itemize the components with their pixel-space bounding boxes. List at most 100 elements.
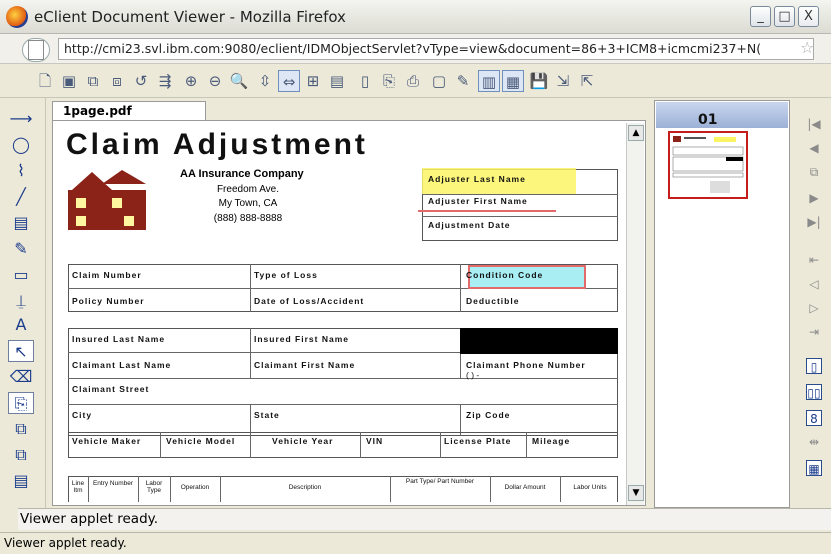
highlighter-tool-icon[interactable]: ⌇ — [8, 160, 34, 182]
city-label: City — [72, 410, 93, 420]
thumbnail-view-icon[interactable]: ▥ — [478, 70, 500, 92]
url-field[interactable]: http://cmi23.svl.ibm.com:9080/eclient/ID… — [58, 38, 814, 60]
previous-document-icon[interactable]: ◁ — [806, 276, 822, 292]
vehicle-maker-label: Vehicle Maker — [72, 436, 142, 446]
document-page: Claim Adjustment AA Insurance Company Fr… — [60, 124, 620, 502]
circle-tool-icon[interactable]: ◯ — [8, 134, 34, 156]
note-tool-icon[interactable]: ▤ — [8, 212, 34, 234]
copy-icon[interactable]: ⎘ — [378, 70, 400, 92]
last-page-icon[interactable]: ▶| — [806, 214, 822, 230]
document-tab[interactable]: 1page.pdf — [52, 101, 206, 121]
bookmark-star-icon[interactable]: ☆ — [800, 38, 814, 57]
pen-tool-icon[interactable]: ✎ — [8, 238, 34, 260]
minimize-button[interactable]: _ — [750, 6, 771, 27]
page-properties-icon[interactable]: ▯ — [354, 70, 376, 92]
last-document-icon[interactable]: ⇥ — [806, 324, 822, 340]
vehicle-model-label: Vehicle Model — [166, 436, 236, 446]
next-page-icon[interactable]: ▶ — [806, 190, 822, 206]
insured-first-name-label: Insured First Name — [254, 334, 349, 344]
policy-number-label: Policy Number — [72, 296, 145, 306]
send-back-icon[interactable]: ⧉ — [8, 444, 34, 466]
fit-page-icon[interactable]: ⊞ — [302, 70, 324, 92]
applet-status-bar: Viewer applet ready. — [18, 508, 831, 530]
browser-status-bar: Viewer applet ready. — [0, 532, 831, 554]
annotation-properties-icon[interactable]: ✎ — [452, 70, 474, 92]
select-tool-icon[interactable]: ↖ — [8, 340, 34, 362]
page-number-view-icon[interactable]: 8 — [806, 410, 822, 426]
next-document-icon[interactable]: ▷ — [806, 300, 822, 316]
insured-last-name-label: Insured Last Name — [72, 334, 166, 344]
company-name: AA Insurance Company — [180, 168, 304, 180]
license-plate-label: License Plate — [444, 436, 512, 446]
first-page-icon[interactable]: |◀ — [806, 116, 822, 132]
thumbnail-page-number: 01 — [698, 112, 718, 128]
two-page-view-icon[interactable]: ▯▯ — [806, 384, 822, 400]
zoom-icon[interactable]: 🔍 — [228, 70, 250, 92]
vin-label: VIN — [366, 436, 384, 446]
fit-height-icon[interactable]: ⇳ — [254, 70, 276, 92]
scroll-down-button[interactable]: ▼ — [628, 485, 644, 501]
copy-annotation-icon[interactable]: ⎘ — [8, 392, 34, 414]
th-part-number: Part Type/ Part Number — [405, 478, 475, 485]
bring-front-icon[interactable]: ⧉ — [8, 418, 34, 440]
phone-placeholder: ( ) - — [466, 370, 480, 380]
line-tool-icon[interactable]: ╱ — [8, 186, 34, 208]
new-document-icon[interactable]: 🗋 — [34, 70, 56, 92]
detach-icon[interactable]: ⇱ — [576, 70, 598, 92]
deductible-label: Deductible — [466, 296, 520, 306]
redaction-box[interactable] — [460, 328, 618, 354]
copy-page-icon[interactable]: ▣ — [58, 70, 80, 92]
adjuster-first-name-label: Adjuster First Name — [428, 196, 528, 206]
close-button[interactable]: X — [798, 6, 819, 27]
zoom-in-icon[interactable]: ⊕ — [180, 70, 202, 92]
th-description: Description — [288, 484, 322, 491]
th-operation: Operation — [180, 484, 210, 491]
eraser-tool-icon[interactable]: ⌫ — [8, 366, 34, 388]
grid-view-icon[interactable]: ▦ — [502, 70, 524, 92]
maximize-button[interactable]: □ — [774, 6, 795, 27]
export-icon[interactable]: ⇲ — [552, 70, 574, 92]
company-phone: (888) 888-8888 — [213, 213, 283, 224]
arrow-tool-icon[interactable]: ⟶ — [8, 108, 34, 130]
vehicle-year-label: Vehicle Year — [272, 436, 334, 446]
window-titlebar: eClient Document Viewer - Mozilla Firefo… — [0, 0, 831, 34]
move-page-icon[interactable]: ⇶ — [154, 70, 176, 92]
claim-number-label: Claim Number — [72, 270, 142, 280]
go-to-page-icon[interactable]: ⧉ — [806, 164, 822, 180]
thumbnail-header — [656, 102, 788, 128]
list-tool-icon[interactable]: ▤ — [8, 470, 34, 492]
house-logo — [68, 170, 146, 230]
stamp-tool-icon[interactable]: ⍊ — [8, 290, 34, 312]
fit-width-icon[interactable]: ⇔ — [278, 70, 300, 92]
insert-page-icon[interactable]: ⧉ — [82, 70, 104, 92]
single-page-view-icon[interactable]: ▯ — [806, 358, 822, 374]
info-icon[interactable]: ▢ — [428, 70, 450, 92]
th-dollar-amount: Dollar Amount — [504, 484, 546, 491]
firefox-icon — [6, 6, 28, 28]
window-title: eClient Document Viewer - Mozilla Firefo… — [34, 8, 346, 26]
thumbnail-preview — [672, 136, 744, 193]
first-document-icon[interactable]: ⇤ — [806, 252, 822, 268]
actual-size-icon[interactable]: ▤ — [326, 70, 348, 92]
document-scrollbar[interactable]: ▲ ▼ — [626, 123, 644, 505]
rotate-page-icon[interactable]: ↺ — [130, 70, 152, 92]
state-label: State — [254, 410, 280, 420]
page-thumbnail[interactable] — [668, 131, 748, 199]
split-view-icon[interactable]: ⇹ — [806, 434, 822, 450]
save-icon[interactable]: 💾 — [528, 70, 550, 92]
claimant-first-name-label: Claimant First Name — [254, 360, 356, 370]
scroll-up-button[interactable]: ▲ — [628, 125, 644, 141]
date-of-loss-label: Date of Loss/Accident — [254, 296, 365, 306]
rectangle-tool-icon[interactable]: ▭ — [8, 264, 34, 286]
redline-annotation[interactable] — [418, 210, 556, 212]
claimant-last-name-label: Claimant Last Name — [72, 360, 172, 370]
type-of-loss-label: Type of Loss — [254, 270, 318, 280]
text-tool-icon[interactable]: A — [8, 314, 34, 336]
print-icon[interactable]: ⎙ — [402, 70, 424, 92]
zoom-out-icon[interactable]: ⊖ — [204, 70, 226, 92]
previous-page-icon[interactable]: ◀ — [806, 140, 822, 156]
grid-pages-view-icon[interactable]: ▦ — [806, 460, 822, 476]
split-page-icon[interactable]: ⧈ — [106, 70, 128, 92]
document-title: Claim Adjustment — [66, 128, 368, 161]
claimant-street-label: Claimant Street — [72, 384, 150, 394]
